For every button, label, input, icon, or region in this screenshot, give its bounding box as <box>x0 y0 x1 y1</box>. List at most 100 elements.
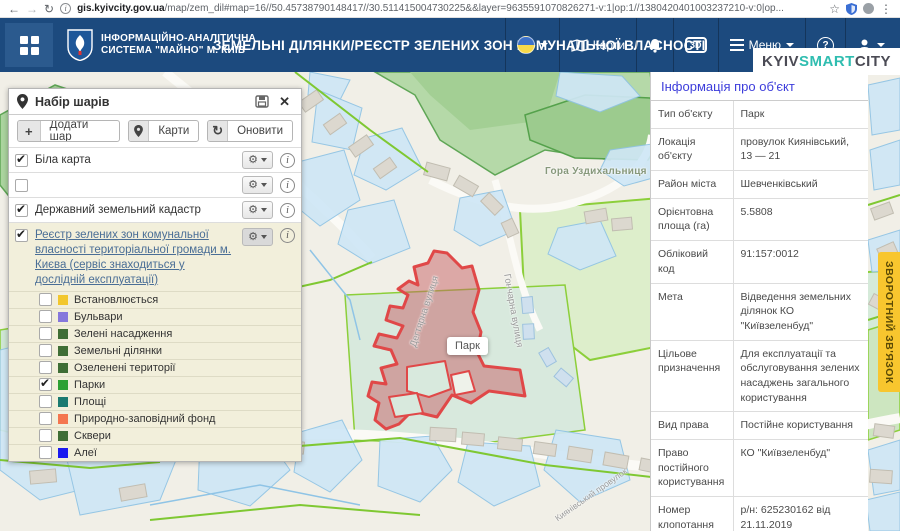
layer-settings-button[interactable]: ⚙ <box>242 228 273 246</box>
checkbox[interactable] <box>39 446 52 459</box>
sublayer-label: Сквери <box>74 430 111 442</box>
layer-row-white-map: Біла карта ⚙ i <box>9 148 301 173</box>
sublayer-label: Природно-заповідний фонд <box>74 413 215 425</box>
sublayer-list: Встановлюється Бульвари Зелені насадженн… <box>9 291 301 461</box>
checkbox[interactable] <box>39 310 52 323</box>
table-row: Район містаШевченківський <box>651 171 868 199</box>
checkbox[interactable] <box>15 154 28 167</box>
chevron-down-icon <box>540 43 548 47</box>
chevron-down-icon <box>786 43 794 47</box>
kyiv-emblem-icon <box>67 29 93 61</box>
checkbox[interactable] <box>39 327 52 340</box>
checkbox[interactable] <box>39 412 52 425</box>
refresh-label: Оновити <box>228 121 292 141</box>
language-switcher[interactable] <box>506 18 559 72</box>
bookmark-star-icon[interactable]: ☆ <box>829 3 840 15</box>
export-icon[interactable] <box>255 95 269 108</box>
notifications-button[interactable] <box>637 18 673 72</box>
layer-settings-button[interactable]: ⚙ <box>242 176 273 194</box>
apps-grid-button[interactable] <box>5 23 53 67</box>
table-row: Право постійного користуванняКО "Київзел… <box>651 440 868 497</box>
layers-panel-header: Набір шарів ✕ <box>9 89 301 115</box>
row-value: Шевченківський <box>733 171 868 199</box>
row-label: Обліковий код <box>651 241 733 283</box>
back-icon[interactable]: ← <box>8 3 20 15</box>
map-icon <box>571 39 588 52</box>
layer-info-icon[interactable]: i <box>280 178 295 193</box>
layer-info-icon[interactable]: i <box>280 153 295 168</box>
forward-icon[interactable]: → <box>26 3 38 15</box>
legend-color-chip <box>58 397 68 407</box>
gear-icon: ⚙ <box>248 205 258 216</box>
sublayer-label: Площі <box>74 396 106 408</box>
ukraine-flag-icon <box>517 36 535 54</box>
checkbox[interactable] <box>39 344 52 357</box>
layer-link[interactable]: Реєстр зелених зон комунальної власності… <box>35 228 235 288</box>
url-host: gis.kyivcity.gov.ua <box>77 3 164 14</box>
feedback-tab[interactable]: ЗВОРОТНИЙ ЗВ'ЯЗОК <box>878 252 900 392</box>
layer-row-green-zones: Реєстр зелених зон комунальної власності… <box>9 223 301 291</box>
sublayer-row: Бульвари <box>9 308 301 325</box>
maps-button[interactable]: Карти <box>560 18 636 72</box>
sublayer-row: Парки <box>9 376 301 393</box>
row-label: Право постійного користування <box>651 440 733 497</box>
add-layer-button[interactable]: + Додати шар <box>17 120 120 142</box>
checkbox[interactable] <box>39 293 52 306</box>
chevron-down-icon <box>877 43 885 47</box>
info-panel-title: Інформація про об'єкт <box>651 72 868 101</box>
row-label: Тип об'єкту <box>651 101 733 128</box>
checkbox[interactable] <box>39 429 52 442</box>
legend-color-chip <box>58 380 68 390</box>
legend-color-chip <box>58 448 68 458</box>
sublayer-row: Встановлюється <box>9 291 301 308</box>
checkbox[interactable] <box>39 395 52 408</box>
reload-icon[interactable]: ↻ <box>44 3 54 15</box>
view-3d-button[interactable]: 3D <box>674 18 718 72</box>
close-icon[interactable]: ✕ <box>276 94 293 110</box>
checkbox[interactable] <box>39 378 52 391</box>
layer-info-icon[interactable]: i <box>280 203 295 218</box>
sublayer-row: Алеї <box>9 444 301 461</box>
layer-settings-button[interactable]: ⚙ <box>242 151 273 169</box>
refresh-icon: ↻ <box>208 121 228 141</box>
url-field[interactable]: gis.kyivcity.gov.ua/map/zem_dil#map=16//… <box>77 3 823 14</box>
row-value: 5.5808 <box>733 198 868 240</box>
brand-city: CITY <box>855 53 891 70</box>
checkbox[interactable] <box>15 179 28 192</box>
object-info-panel: Інформація про об'єкт Тип об'єктуПарк Ло… <box>650 72 868 531</box>
sublayer-row: Зелені насадження <box>9 325 301 342</box>
row-value: Постійне користування <box>733 412 868 440</box>
sublayer-row: Природно-заповідний фонд <box>9 410 301 427</box>
layer-row-unnamed: ⚙ i <box>9 173 301 198</box>
checkbox[interactable] <box>39 361 52 374</box>
site-info-icon[interactable]: i <box>60 3 71 14</box>
url-path: /map/zem_dil#map=16//50.45738790148417//… <box>165 3 784 14</box>
object-info-table: Тип об'єктуПарк Локація об'єктупровулок … <box>651 101 868 531</box>
row-value: Парк <box>733 101 868 128</box>
gear-icon: ⚙ <box>248 232 258 243</box>
browser-address-bar: ← → ↻ i gis.kyivcity.gov.ua/map/zem_dil#… <box>0 0 900 18</box>
table-row: Номер клопотанняр/н: 625230162 від 21.11… <box>651 497 868 531</box>
row-value: провулок Киянівський, 13 — 21 <box>733 128 868 170</box>
layer-label: Біла карта <box>35 153 235 168</box>
bell-icon <box>648 38 662 53</box>
row-value: 91:157:0012 <box>733 241 868 283</box>
row-label: Цільове призначення <box>651 340 733 412</box>
location-pin-icon <box>17 94 28 109</box>
browser-menu-icon[interactable]: ⋮ <box>880 3 892 15</box>
layer-settings-button[interactable]: ⚙ <box>242 201 273 219</box>
sublayer-label: Парки <box>74 379 105 391</box>
maps-panel-button[interactable]: Карти <box>128 120 199 142</box>
3d-icon: 3D <box>685 37 707 53</box>
kyiv-smart-city-logo: KYIVSMARTCITY <box>753 48 900 75</box>
shield-extension-icon[interactable] <box>846 3 857 15</box>
row-label: Локація об'єкту <box>651 128 733 170</box>
layer-info-icon[interactable]: i <box>280 228 295 243</box>
checkbox[interactable] <box>15 229 28 242</box>
extension-icon[interactable] <box>863 3 874 14</box>
checkbox[interactable] <box>15 204 28 217</box>
sublayer-label: Встановлюється <box>74 294 158 306</box>
refresh-button[interactable]: ↻ Оновити <box>207 120 293 142</box>
table-row: Вид праваПостійне користування <box>651 412 868 440</box>
legend-color-chip <box>58 295 68 305</box>
